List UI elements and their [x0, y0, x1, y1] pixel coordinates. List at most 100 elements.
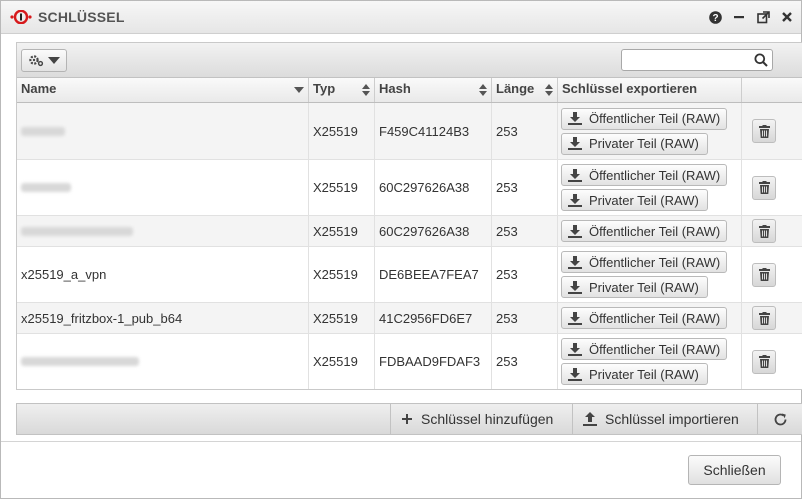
export-public-button[interactable]: Öffentlicher Teil (RAW)	[561, 107, 728, 130]
external-link-icon[interactable]	[755, 9, 771, 25]
cell-export: Öffentlicher Teil (RAW)	[558, 216, 742, 246]
cell-export: Öffentlicher Teil (RAW)	[558, 303, 742, 333]
gear-icon	[29, 55, 44, 67]
cell-actions	[742, 216, 802, 246]
redacted-name	[21, 226, 133, 236]
download-icon	[568, 224, 582, 238]
cell-typ: X25519	[309, 334, 375, 389]
keys-table-panel: Name Typ Hash Länge Schlüssel exportiere…	[16, 42, 802, 390]
refresh-button[interactable]	[757, 404, 802, 434]
upload-icon	[583, 412, 597, 426]
sort-icon	[362, 84, 370, 96]
delete-button[interactable]	[752, 349, 776, 374]
download-icon	[568, 280, 582, 294]
cell-name	[17, 103, 309, 159]
cell-laenge: 253	[492, 216, 558, 246]
cell-actions	[742, 103, 802, 159]
sort-icon	[545, 84, 553, 96]
cell-laenge: 253	[492, 334, 558, 389]
export-public-button[interactable]: Öffentlicher Teil (RAW)	[561, 338, 728, 360]
cell-typ: X25519	[309, 303, 375, 333]
cell-actions	[742, 303, 802, 333]
table-row[interactable]: x25519_fritzbox-1_pub_b64 X25519 41C2956…	[17, 303, 802, 334]
export-public-button[interactable]: Öffentlicher Teil (RAW)	[561, 251, 728, 273]
cell-hash: DE6BEEA7FEA7	[375, 247, 492, 302]
download-icon	[568, 193, 582, 207]
table-toolbar	[17, 43, 802, 78]
export-public-button[interactable]: Öffentlicher Teil (RAW)	[561, 164, 728, 186]
title-bar: SCHLÜSSEL ?	[1, 1, 801, 34]
cell-hash: 60C297626A38	[375, 216, 492, 246]
search-icon[interactable]	[754, 53, 768, 67]
cell-name: x25519_a_vpn	[17, 247, 309, 302]
close-button[interactable]: Schließen	[688, 455, 781, 485]
trash-icon	[758, 355, 770, 368]
cell-laenge: 253	[492, 103, 558, 159]
add-key-button[interactable]: Schlüssel hinzufügen	[390, 404, 570, 434]
chevron-down-icon	[48, 56, 60, 64]
column-header-actions	[742, 78, 802, 102]
trash-icon	[758, 268, 770, 281]
delete-button[interactable]	[752, 175, 776, 200]
download-icon	[568, 311, 582, 325]
keys-dialog: SCHLÜSSEL ? Name Typ Hash Länge Schlüsse…	[0, 0, 802, 499]
actions-menu-button[interactable]	[21, 49, 67, 72]
cell-actions	[742, 334, 802, 389]
cell-name	[17, 334, 309, 389]
cell-hash: 41C2956FD6E7	[375, 303, 492, 333]
refresh-icon	[774, 413, 786, 425]
sort-desc-icon	[294, 87, 304, 93]
cell-export: Öffentlicher Teil (RAW) Privater Teil (R…	[558, 160, 742, 215]
trash-icon	[758, 124, 770, 138]
export-private-button[interactable]: Privater Teil (RAW)	[561, 189, 708, 211]
delete-button[interactable]	[752, 306, 776, 330]
redacted-name	[21, 126, 65, 136]
close-icon[interactable]	[779, 9, 795, 25]
trash-icon	[758, 181, 770, 194]
cell-name: x25519_fritzbox-1_pub_b64	[17, 303, 309, 333]
delete-button[interactable]	[752, 219, 776, 243]
table-header: Name Typ Hash Länge Schlüssel exportiere…	[17, 78, 802, 103]
export-private-button[interactable]: Privater Teil (RAW)	[561, 276, 708, 298]
delete-button[interactable]	[752, 262, 776, 287]
table-row[interactable]: X25519 60C297626A38 253 Öffentlicher Tei…	[17, 216, 802, 247]
table-row[interactable]: X25519 60C297626A38 253 Öffentlicher Tei…	[17, 160, 802, 216]
help-icon[interactable]: ?	[707, 9, 723, 25]
delete-button[interactable]	[752, 119, 776, 143]
column-header-export: Schlüssel exportieren	[558, 78, 742, 102]
export-public-button[interactable]: Öffentlicher Teil (RAW)	[561, 307, 728, 329]
table-row[interactable]: x25519_a_vpn X25519 DE6BEEA7FEA7 253 Öff…	[17, 247, 802, 303]
cell-laenge: 253	[492, 303, 558, 333]
cell-export: Öffentlicher Teil (RAW) Privater Teil (R…	[558, 334, 742, 389]
search-field[interactable]	[621, 49, 773, 71]
svg-text:?: ?	[712, 13, 718, 24]
export-private-button[interactable]: Privater Teil (RAW)	[561, 132, 708, 155]
cell-typ: X25519	[309, 160, 375, 215]
column-header-name[interactable]: Name	[17, 78, 309, 102]
cell-typ: X25519	[309, 247, 375, 302]
column-header-laenge[interactable]: Länge	[492, 78, 558, 102]
minimize-icon[interactable]	[731, 9, 747, 25]
table-row[interactable]: X25519 FDBAAD9FDAF3 253 Öffentlicher Tei…	[17, 334, 802, 389]
redacted-name	[21, 357, 139, 366]
logo-icon	[10, 10, 32, 24]
export-public-button[interactable]: Öffentlicher Teil (RAW)	[561, 220, 728, 242]
import-key-button[interactable]: Schlüssel importieren	[572, 404, 755, 434]
cell-export: Öffentlicher Teil (RAW) Privater Teil (R…	[558, 103, 742, 159]
column-header-typ[interactable]: Typ	[309, 78, 375, 102]
dialog-divider	[1, 441, 801, 442]
cell-hash: 60C297626A38	[375, 160, 492, 215]
cell-name	[17, 216, 309, 246]
download-icon	[568, 168, 582, 182]
trash-icon	[758, 224, 770, 238]
export-private-button[interactable]: Privater Teil (RAW)	[561, 363, 708, 385]
plus-icon	[402, 414, 412, 424]
download-icon	[568, 137, 582, 150]
trash-icon	[758, 311, 770, 325]
cell-actions	[742, 160, 802, 215]
cell-typ: X25519	[309, 216, 375, 246]
cell-export: Öffentlicher Teil (RAW) Privater Teil (R…	[558, 247, 742, 302]
column-header-hash[interactable]: Hash	[375, 78, 492, 102]
search-input[interactable]	[626, 52, 754, 70]
table-row[interactable]: X25519 F459C41124B3 253 Öffentlicher Tei…	[17, 103, 802, 160]
